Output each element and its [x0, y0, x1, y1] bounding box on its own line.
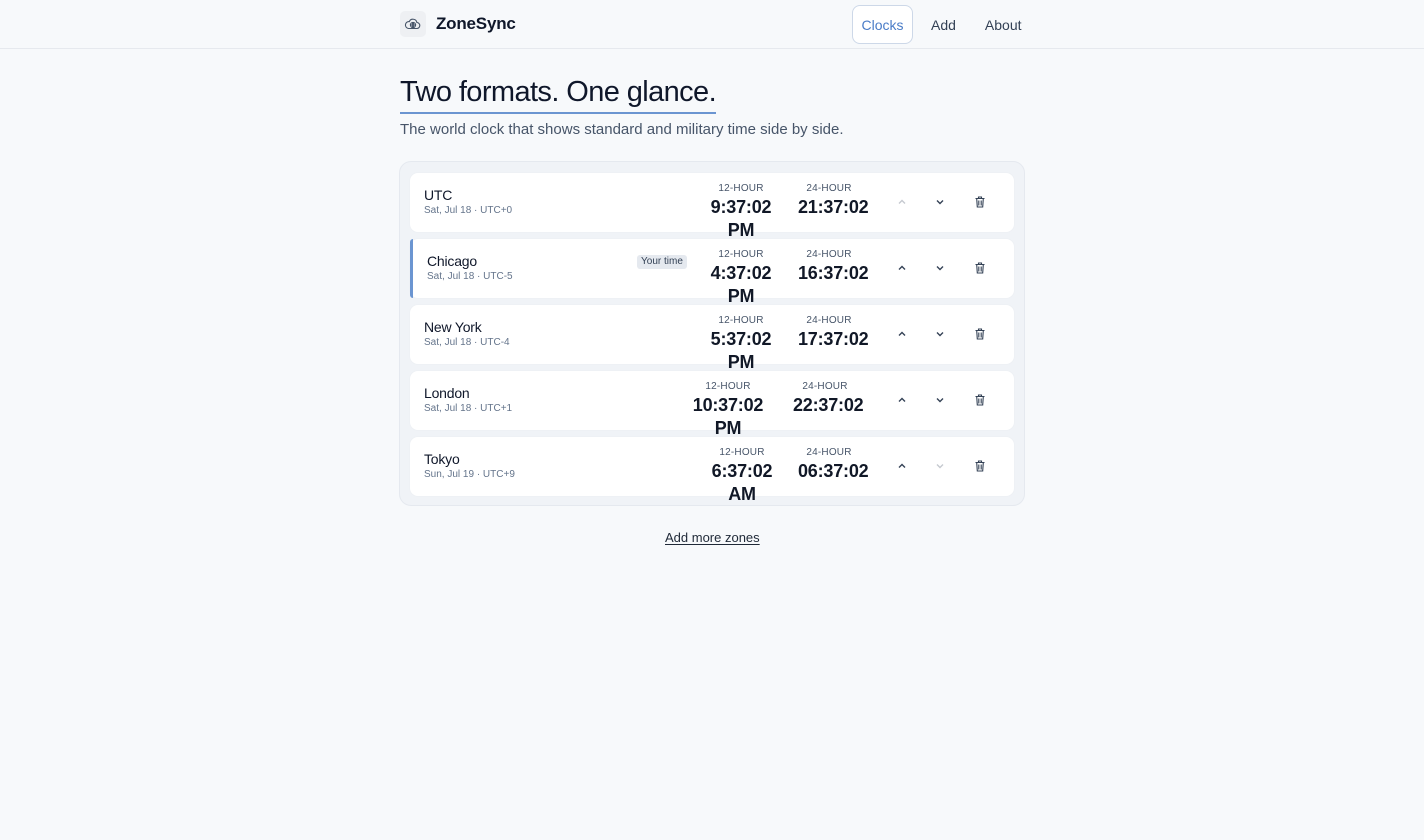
cloud-globe-icon — [400, 11, 426, 37]
city-name: Chicago — [427, 253, 477, 269]
add-more-zones-link[interactable]: Add more zones — [665, 530, 760, 545]
city-name: UTC — [424, 187, 453, 203]
city-name: Tokyo — [424, 451, 460, 467]
move-up-button[interactable] — [890, 256, 914, 280]
time-24h-label: 24-HOUR — [806, 315, 852, 326]
nav-clocks[interactable]: Clocks — [852, 5, 913, 44]
city-meta: Sat, Jul 18 · UTC+0 — [424, 205, 513, 216]
time-24h-value: 06:37:02 — [798, 461, 869, 481]
main-nav: Clocks Add About — [852, 5, 1034, 44]
clock-row-chicago: Chicago Sat, Jul 18 · UTC-5 Your time 12… — [410, 239, 1014, 306]
delete-button[interactable] — [968, 322, 992, 346]
city-name: New York — [424, 319, 482, 335]
time-24h-value: 22:37:02 — [793, 395, 864, 415]
city-meta: Sat, Jul 18 · UTC+1 — [424, 403, 513, 414]
move-up-button[interactable] — [890, 388, 914, 412]
brand[interactable]: ZoneSync — [400, 11, 516, 37]
your-time-badge: Your time — [637, 255, 687, 269]
top-bar: ZoneSync Clocks Add About — [0, 0, 1424, 49]
city-meta: Sun, Jul 19 · UTC+9 — [424, 469, 515, 480]
trash-icon — [975, 196, 985, 208]
chevron-up-icon — [898, 265, 906, 270]
chevron-down-icon — [936, 332, 944, 337]
delete-button[interactable] — [968, 454, 992, 478]
time-12h-label: 12-HOUR — [718, 249, 764, 260]
brand-name: ZoneSync — [436, 14, 516, 33]
chevron-down-icon — [936, 266, 944, 271]
time-24h-label: 24-HOUR — [802, 381, 848, 392]
time-12h: 12-HOUR 9:37:02 PM — [700, 183, 782, 242]
time-24h-label: 24-HOUR — [806, 183, 852, 194]
move-down-button[interactable] — [928, 454, 952, 478]
time-12h-value: 4:37:02 PM — [710, 263, 772, 306]
time-24h: 24-HOUR 06:37:02 — [798, 447, 869, 483]
clock-row-tokyo: Tokyo Sun, Jul 19 · UTC+9 12-HOUR 6:37:0… — [410, 437, 1014, 504]
time-24h-label: 24-HOUR — [806, 249, 852, 260]
time-24h: 24-HOUR 17:37:02 — [798, 315, 869, 351]
delete-button[interactable] — [968, 388, 992, 412]
time-24h: 24-HOUR 22:37:02 — [793, 381, 864, 417]
trash-icon — [975, 394, 985, 406]
time-12h-value: 5:37:02 PM — [710, 329, 772, 372]
time-12h: 12-HOUR 10:37:02 PM — [682, 381, 774, 440]
move-down-button[interactable] — [928, 256, 952, 280]
clock-list: UTC Sat, Jul 18 · UTC+0 12-HOUR 9:37:02 … — [399, 161, 1025, 506]
city-meta: Sat, Jul 18 · UTC-4 — [424, 337, 510, 348]
trash-icon — [975, 262, 985, 274]
time-24h: 24-HOUR 16:37:02 — [798, 249, 869, 285]
chevron-up-icon — [898, 463, 906, 468]
chevron-up-icon — [898, 199, 906, 204]
move-up-button[interactable] — [890, 322, 914, 346]
chevron-up-icon — [898, 331, 906, 336]
delete-button[interactable] — [968, 256, 992, 280]
move-up-button[interactable] — [890, 190, 914, 214]
time-12h-value: 6:37:02 AM — [711, 461, 773, 504]
time-24h: 24-HOUR 21:37:02 — [798, 183, 869, 219]
trash-icon — [975, 460, 985, 472]
move-down-button[interactable] — [928, 322, 952, 346]
time-24h-value: 17:37:02 — [798, 329, 869, 349]
city-name: London — [424, 385, 470, 401]
time-24h-value: 21:37:02 — [798, 197, 869, 217]
city-meta: Sat, Jul 18 · UTC-5 — [427, 271, 513, 282]
delete-button[interactable] — [968, 190, 992, 214]
time-12h-label: 12-HOUR — [718, 183, 764, 194]
nav-about[interactable]: About — [973, 5, 1034, 44]
move-up-button[interactable] — [890, 454, 914, 478]
nav-add[interactable]: Add — [919, 5, 968, 44]
move-down-button[interactable] — [928, 190, 952, 214]
time-24h-label: 24-HOUR — [806, 447, 852, 458]
chevron-down-icon — [936, 464, 944, 469]
chevron-down-icon — [936, 200, 944, 205]
move-down-button[interactable] — [928, 388, 952, 412]
chevron-down-icon — [936, 398, 944, 403]
trash-icon — [975, 328, 985, 340]
time-12h-label: 12-HOUR — [705, 381, 751, 392]
chevron-up-icon — [898, 397, 906, 402]
time-12h-value: 10:37:02 PM — [692, 395, 764, 438]
time-12h: 12-HOUR 4:37:02 PM — [700, 249, 782, 308]
clock-row-new-york: New York Sat, Jul 18 · UTC-4 12-HOUR 5:3… — [410, 305, 1014, 372]
time-12h: 12-HOUR 6:37:02 AM — [700, 447, 784, 506]
time-24h-value: 16:37:02 — [798, 263, 869, 283]
time-12h: 12-HOUR 5:37:02 PM — [700, 315, 782, 374]
time-12h-label: 12-HOUR — [719, 447, 765, 458]
page-subtitle: The world clock that shows standard and … — [400, 121, 844, 138]
time-12h-label: 12-HOUR — [718, 315, 764, 326]
time-12h-value: 9:37:02 PM — [710, 197, 772, 240]
clock-row-london: London Sat, Jul 18 · UTC+1 12-HOUR 10:37… — [410, 371, 1014, 438]
clock-row-utc: UTC Sat, Jul 18 · UTC+0 12-HOUR 9:37:02 … — [410, 173, 1014, 240]
page-title: Two formats. One glance. — [400, 74, 717, 114]
